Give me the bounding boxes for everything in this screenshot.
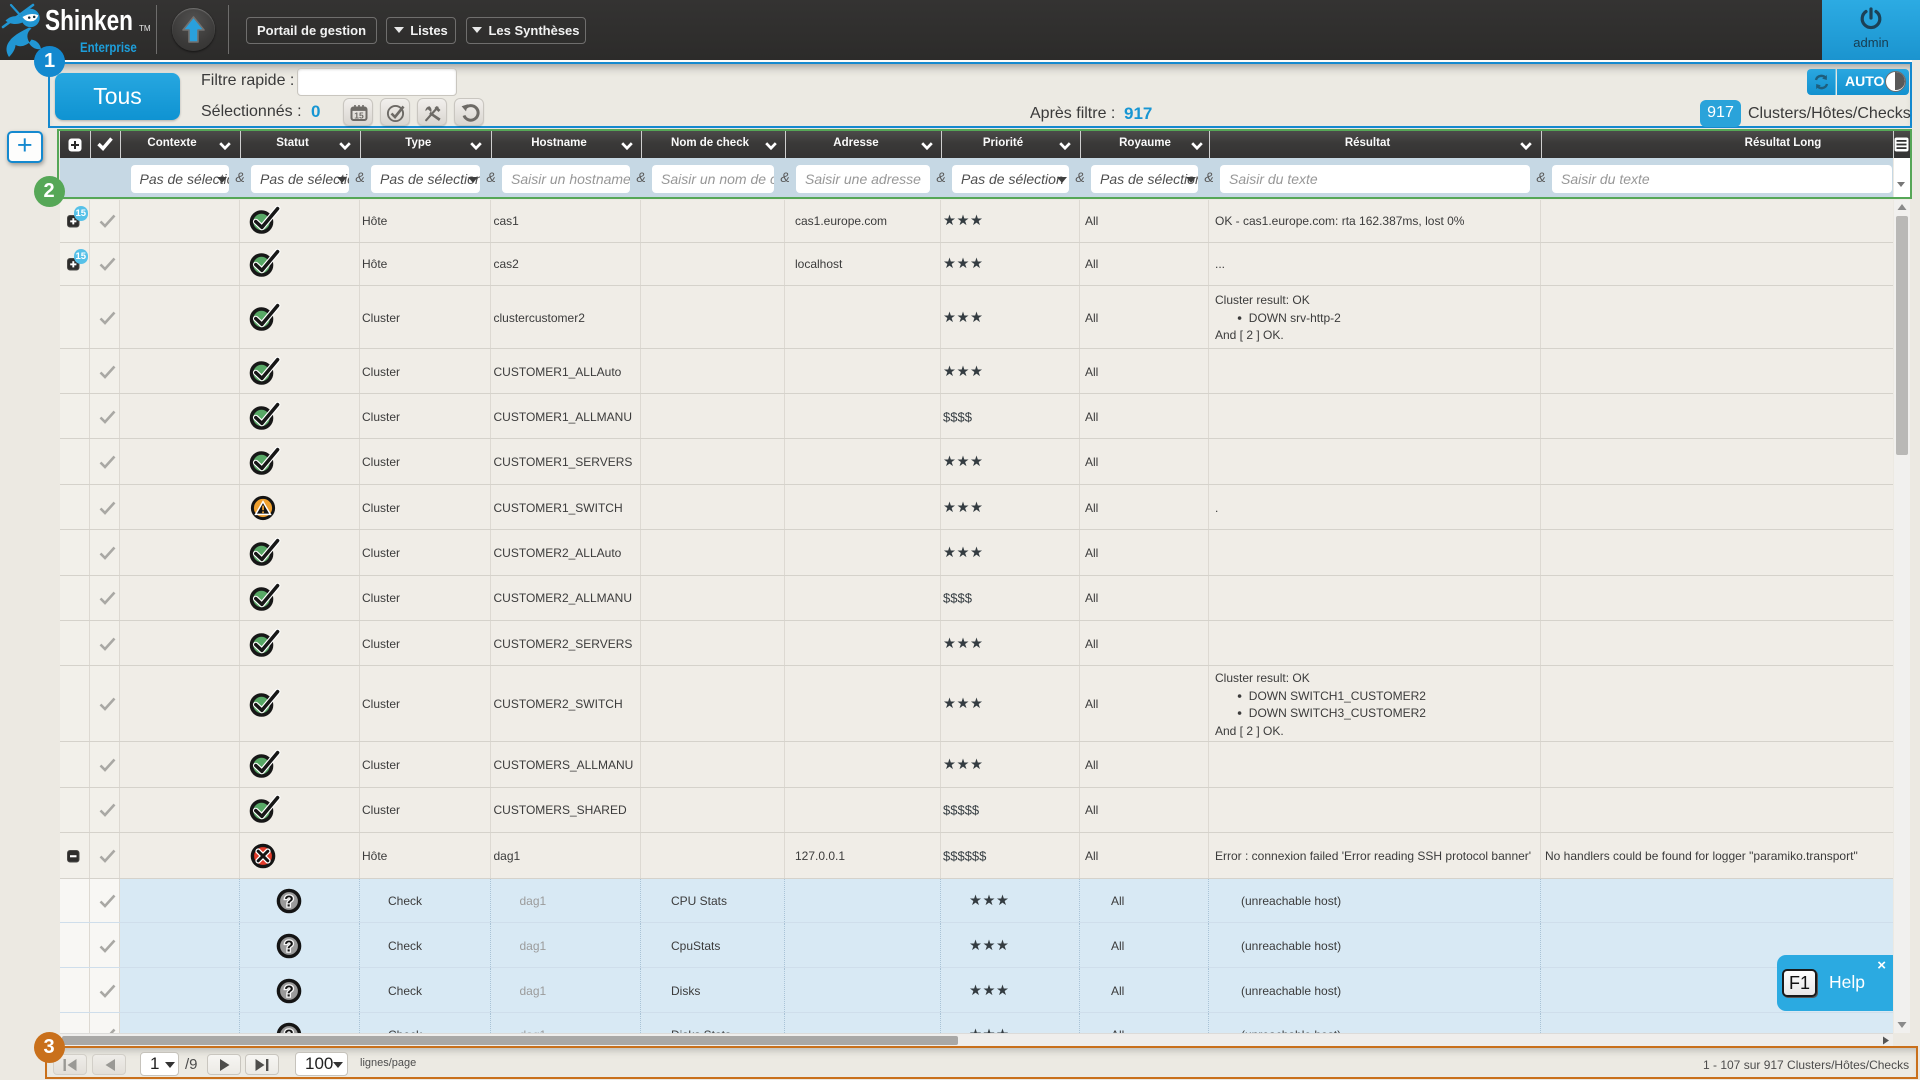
svg-text:15: 15 [354,110,364,120]
svg-text:?: ? [284,893,293,910]
svg-text:?: ? [284,983,293,1000]
svg-text:?: ? [284,938,293,955]
